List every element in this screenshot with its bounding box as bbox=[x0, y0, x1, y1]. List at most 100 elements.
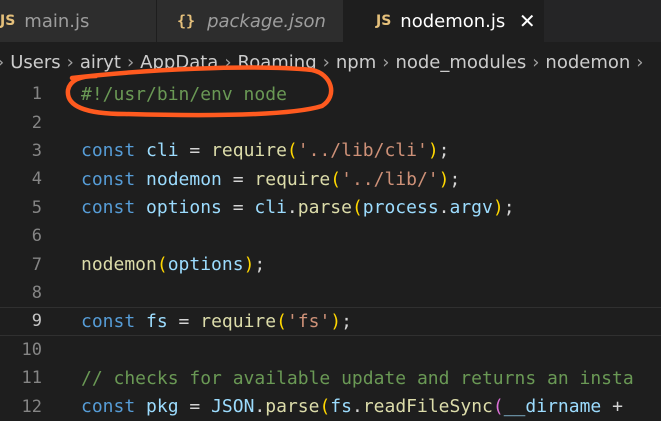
breadcrumb-item-npm[interactable]: npm bbox=[336, 52, 376, 73]
line-number: 2 bbox=[31, 112, 42, 133]
code-token: fs bbox=[330, 396, 352, 418]
tab-label: package.json bbox=[207, 10, 326, 32]
code-token: nodemon bbox=[81, 254, 157, 276]
code-line[interactable]: 10 bbox=[0, 336, 661, 364]
code-line[interactable]: 8 bbox=[0, 279, 661, 307]
line-number: 9 bbox=[31, 311, 42, 332]
code-line[interactable]: 1 #!/usr/bin/env node bbox=[0, 80, 661, 108]
tab-label: nodemon.js bbox=[400, 10, 506, 32]
code-token: require bbox=[200, 310, 277, 332]
code-token: = bbox=[167, 310, 201, 332]
code-text: #!/usr/bin/env node bbox=[81, 84, 287, 105]
breadcrumb-item-nodemon[interactable]: nodemon bbox=[545, 52, 630, 73]
code-token: ( bbox=[319, 396, 331, 418]
breadcrumb-item-airyt[interactable]: airyt bbox=[80, 52, 121, 73]
chevron-right-icon: › bbox=[636, 51, 644, 73]
chevron-right-icon: › bbox=[322, 51, 330, 73]
code-token: __dirname bbox=[503, 396, 602, 418]
code-token: = bbox=[221, 168, 255, 190]
code-line[interactable]: 4 const nodemon = require('../lib/'); bbox=[0, 165, 661, 193]
code-text: nodemon(options); bbox=[81, 254, 265, 275]
code-token: + bbox=[601, 396, 623, 418]
line-number: 11 bbox=[21, 368, 42, 389]
code-text: const cli = require('../lib/cli'); bbox=[81, 140, 450, 161]
code-token: cli bbox=[146, 140, 179, 162]
code-token: require bbox=[211, 140, 287, 162]
code-token: . bbox=[438, 197, 450, 219]
code-token: . bbox=[254, 396, 266, 418]
code-token: options bbox=[146, 197, 222, 219]
code-text: const fs = require('fs'); bbox=[81, 311, 352, 332]
code-line[interactable]: 11 // checks for available update and ret… bbox=[0, 364, 661, 392]
breadcrumb-item-users[interactable]: Users bbox=[10, 52, 60, 73]
code-token: JSON bbox=[211, 396, 255, 418]
tab-nodemon-js[interactable]: JS nodemon.js ✕ bbox=[344, 0, 544, 42]
breadcrumb-item-node-modules[interactable]: node_modules bbox=[395, 52, 526, 73]
chevron-right-icon: › bbox=[126, 51, 135, 73]
code-token: process bbox=[362, 197, 439, 219]
code-token: const bbox=[81, 168, 136, 190]
code-token: const bbox=[81, 197, 136, 219]
code-token: ; bbox=[438, 140, 450, 162]
code-token: const bbox=[81, 140, 136, 162]
code-line[interactable]: 7 nodemon(options); bbox=[0, 250, 661, 278]
json-file-icon: {} bbox=[177, 12, 196, 30]
breadcrumb-item-appdata[interactable]: AppData bbox=[140, 52, 218, 73]
code-token: ( bbox=[276, 310, 287, 332]
line-number: 5 bbox=[31, 197, 42, 218]
line-number: 7 bbox=[31, 254, 42, 275]
code-token: #!/usr/bin/env node bbox=[81, 83, 287, 105]
code-token: const bbox=[81, 396, 136, 418]
code-token: = bbox=[178, 140, 212, 162]
code-token: ) bbox=[243, 254, 255, 276]
line-number: 6 bbox=[31, 226, 42, 247]
code-token: 'fs' bbox=[286, 310, 331, 332]
code-editor[interactable]: 1 #!/usr/bin/env node 2 3 const cli = requir… bbox=[0, 80, 661, 417]
code-line[interactable]: 12 const pkg = JSON.parse(fs.readFileSync… bbox=[0, 392, 661, 420]
code-token: parse bbox=[297, 197, 352, 219]
tab-main-js[interactable]: JS main.js bbox=[0, 0, 157, 42]
code-token: ( bbox=[492, 396, 504, 418]
breadcrumb-item-roaming[interactable]: Roaming bbox=[238, 52, 317, 73]
chevron-right-icon: › bbox=[66, 51, 74, 73]
close-icon[interactable]: ✕ bbox=[517, 9, 537, 33]
code-token: require bbox=[254, 168, 331, 190]
javascript-file-icon: JS bbox=[0, 13, 16, 29]
tab-package-json[interactable]: {} package.json bbox=[157, 0, 344, 42]
code-token: ; bbox=[503, 197, 515, 219]
code-text: const nodemon = require('../lib/'); bbox=[81, 169, 460, 190]
code-token: ) bbox=[438, 168, 450, 190]
code-token: ( bbox=[156, 254, 168, 276]
line-number: 1 bbox=[31, 84, 42, 105]
code-text: const pkg = JSON.parse(fs.readFileSync(_… bbox=[81, 396, 623, 417]
code-token: . bbox=[286, 197, 298, 219]
code-line[interactable]: 9 const fs = require('fs'); bbox=[0, 307, 661, 335]
code-line[interactable]: 3 const cli = require('../lib/cli'); bbox=[0, 137, 661, 165]
line-number: 10 bbox=[21, 339, 42, 360]
code-token: argv bbox=[449, 197, 493, 219]
code-token: // checks for available update and retur… bbox=[81, 367, 634, 389]
tab-bar-empty-area bbox=[544, 0, 661, 42]
chevron-right-icon: › bbox=[0, 52, 4, 73]
code-line[interactable]: 5 const options = cli.parse(process.argv)… bbox=[0, 194, 661, 222]
chevron-right-icon: › bbox=[532, 51, 540, 73]
line-number: 12 bbox=[21, 396, 42, 417]
code-line[interactable]: 6 bbox=[0, 222, 661, 250]
chevron-right-icon: › bbox=[382, 51, 390, 73]
tab-label: main.js bbox=[24, 10, 90, 32]
code-text: // checks for available update and retur… bbox=[81, 368, 634, 389]
code-token: readFileSync bbox=[362, 396, 493, 418]
code-token: ; bbox=[449, 168, 461, 190]
javascript-file-icon: JS bbox=[376, 13, 392, 29]
code-line[interactable]: 2 bbox=[0, 108, 661, 136]
code-token: ) bbox=[330, 310, 342, 332]
code-token: cli bbox=[254, 197, 287, 219]
code-token: fs bbox=[146, 310, 168, 332]
breadcrumb: › Users › airyt › AppData › Roaming › np… bbox=[0, 42, 661, 82]
code-text: const options = cli.parse(process.argv); bbox=[81, 197, 515, 218]
code-token: const bbox=[81, 310, 136, 332]
code-token: = bbox=[221, 197, 255, 219]
code-token: . bbox=[351, 396, 363, 418]
